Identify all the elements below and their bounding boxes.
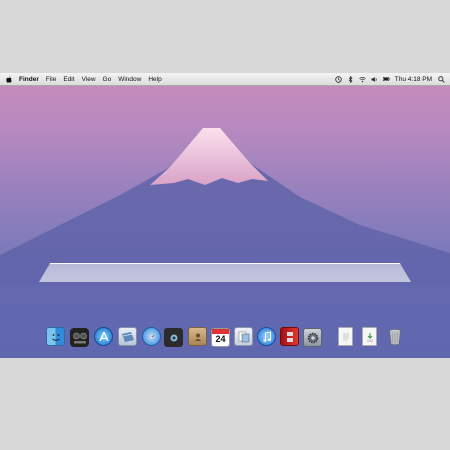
spotlight-icon[interactable] bbox=[438, 75, 445, 83]
menu-clock[interactable]: Thu 4:18 PM bbox=[395, 76, 432, 83]
menu-app-name[interactable]: Finder bbox=[19, 76, 39, 83]
trash-icon[interactable] bbox=[385, 327, 404, 346]
document-icon[interactable] bbox=[338, 327, 353, 346]
finder-icon[interactable] bbox=[46, 327, 65, 346]
menu-edit[interactable]: Edit bbox=[63, 76, 74, 83]
wallpaper-mount-fuji bbox=[0, 128, 450, 358]
menu-extras: Thu 4:18 PM bbox=[335, 73, 450, 85]
downloads-icon[interactable] bbox=[362, 327, 377, 346]
bluetooth-icon[interactable] bbox=[347, 75, 354, 83]
mountain-snowcap bbox=[150, 128, 268, 185]
mail-icon[interactable] bbox=[118, 327, 137, 346]
menu-bar: Finder File Edit View Go Window Help Thu… bbox=[0, 73, 450, 86]
dock-shelf bbox=[39, 263, 411, 282]
apple-menu-icon[interactable] bbox=[6, 75, 12, 83]
wifi-icon[interactable] bbox=[358, 76, 366, 83]
calendar-day: 24 bbox=[215, 334, 226, 344]
menu-file[interactable]: File bbox=[46, 76, 56, 83]
address-book-icon[interactable] bbox=[188, 327, 207, 346]
itunes-icon[interactable] bbox=[257, 327, 276, 346]
battery-icon[interactable] bbox=[382, 76, 390, 83]
app-store-icon[interactable] bbox=[94, 327, 113, 346]
screenshot-background bbox=[0, 358, 450, 450]
safari-icon[interactable] bbox=[142, 327, 161, 346]
dashboard-icon[interactable] bbox=[70, 328, 89, 347]
menu-help[interactable]: Help bbox=[148, 76, 161, 83]
menu-go[interactable]: Go bbox=[103, 76, 112, 83]
menu-view[interactable]: View bbox=[82, 76, 96, 83]
time-machine-icon[interactable] bbox=[335, 75, 342, 83]
menu-window[interactable]: Window bbox=[118, 76, 141, 83]
preview-icon[interactable] bbox=[234, 327, 253, 346]
desktop-screen: Finder File Edit View Go Window Help Thu… bbox=[0, 73, 450, 358]
facetime-icon[interactable] bbox=[164, 328, 183, 347]
system-preferences-icon[interactable] bbox=[303, 328, 322, 347]
volume-icon[interactable] bbox=[371, 76, 378, 83]
photo-booth-icon[interactable] bbox=[280, 327, 299, 346]
calendar-icon[interactable]: 24 bbox=[211, 328, 230, 347]
